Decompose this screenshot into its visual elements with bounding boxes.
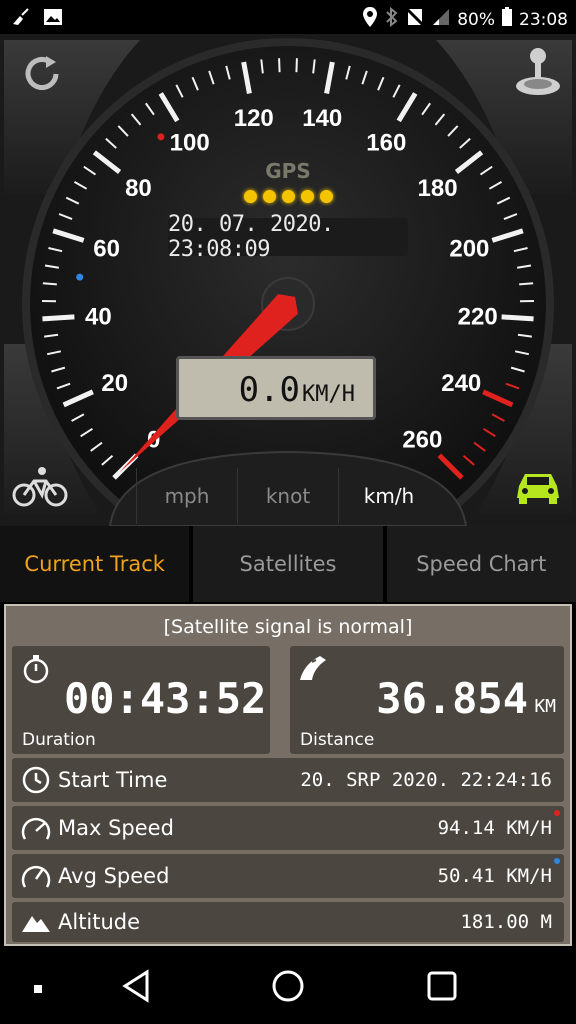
gauge-tick-label: 40 <box>85 303 112 330</box>
clock-icon <box>20 764 52 796</box>
satellite-status-text: [Satellite signal is normal] <box>163 616 413 638</box>
avg-speed-gauge-icon <box>20 860 52 892</box>
distance-unit: KM <box>534 696 556 717</box>
gauge-tick-label: 220 <box>458 303 498 330</box>
dot-icon <box>33 979 43 998</box>
clock: 23:08 <box>519 9 568 30</box>
gauge-tick-label: 20 <box>101 370 128 397</box>
gauge-tick-label: 200 <box>449 235 489 262</box>
reset-button[interactable] <box>12 46 72 106</box>
max-speed-marker <box>554 810 560 816</box>
speedometer-area: 020406080100120140160180200220240260 GPS… <box>0 34 576 526</box>
max-speed-value: 94.14 KM/H <box>437 817 552 839</box>
tab-bar: Current Track Satellites Speed Chart <box>0 526 576 602</box>
signal-icon <box>431 7 451 32</box>
stopwatch-icon <box>22 654 50 688</box>
gps-dot <box>282 190 295 203</box>
tab-speed-chart[interactable]: Speed Chart <box>386 526 576 602</box>
bicycle-mode-button[interactable] <box>10 458 70 518</box>
avg-speed-dial-marker <box>76 273 84 281</box>
altitude-value: 181.00 M <box>460 911 552 933</box>
speedometer-gauge: 020406080100120140160180200220240260 <box>4 38 572 526</box>
distance-value: 36.854 <box>376 674 528 723</box>
altitude-label: Altitude <box>58 910 141 934</box>
battery-percent: 80% <box>457 9 495 30</box>
status-bar: 80% 23:08 <box>0 0 576 34</box>
back-triangle-icon <box>121 969 151 1007</box>
start-time-row: Start Time 20. SRP 2020. 22:24:16 <box>12 758 564 802</box>
back-button[interactable] <box>116 968 156 1008</box>
gauge-major-tick <box>501 314 534 322</box>
broom-icon <box>10 6 32 33</box>
avg-speed-row: Avg Speed 50.41 KM/H <box>12 854 564 898</box>
gps-dot <box>301 190 314 203</box>
recents-square-icon <box>426 970 458 1006</box>
gps-dot <box>244 190 257 203</box>
unit-mph[interactable]: mph <box>136 468 237 524</box>
gauge-tick-label: 120 <box>234 105 274 132</box>
speed-value: 0.0 <box>238 370 301 410</box>
mountain-icon <box>20 906 52 938</box>
gauge-minor-tick <box>42 282 57 286</box>
gauge-tick-label: 140 <box>302 105 342 132</box>
speed-unit: KM/H <box>302 382 355 407</box>
current-track-panel: [Satellite signal is normal] 00:43:52 Du… <box>4 604 572 946</box>
datetime-display: 20. 07. 2020. 23:08:09 <box>168 212 408 262</box>
car-icon <box>513 466 563 510</box>
gauge-tick-label: 160 <box>366 129 406 156</box>
refresh-icon <box>20 52 64 100</box>
joystick-icon <box>514 46 562 102</box>
gauge-tick-label: 180 <box>418 175 458 202</box>
gauge-major-tick <box>42 314 75 322</box>
gauge-tick-label: 260 <box>402 426 442 453</box>
gauge-minor-tick <box>295 58 298 73</box>
distance-card: 36.854 KM Distance <box>290 646 564 754</box>
gauge-minor-tick <box>519 282 534 286</box>
start-time-label: Start Time <box>58 768 168 792</box>
gauge-tick-label: 240 <box>441 370 481 397</box>
image-icon <box>42 6 64 33</box>
car-mode-button[interactable] <box>508 458 568 518</box>
nav-square-dot-button[interactable] <box>18 968 58 1008</box>
max-speed-row: Max Speed 94.14 KM/H <box>12 806 564 850</box>
max-speed-dial-marker <box>157 133 165 141</box>
unit-kmh[interactable]: km/h <box>338 468 439 524</box>
tab-current-track[interactable]: Current Track <box>0 526 190 602</box>
avg-speed-label: Avg Speed <box>58 864 170 888</box>
unit-knot[interactable]: knot <box>237 468 338 524</box>
max-speed-label: Max Speed <box>58 816 174 840</box>
joystick-button[interactable] <box>508 44 568 104</box>
gps-signal-indicator <box>244 190 333 203</box>
altitude-row: Altitude 181.00 M <box>12 902 564 942</box>
gauge-minor-tick <box>278 58 281 73</box>
distance-label: Distance <box>300 730 375 750</box>
battery-icon <box>501 7 513 32</box>
speed-lcd: 0.0 KM/H <box>176 356 376 420</box>
duration-label: Duration <box>22 730 96 750</box>
gps-dot <box>263 190 276 203</box>
avg-speed-value: 50.41 KM/H <box>437 865 552 887</box>
gps-dot <box>320 190 333 203</box>
recents-button[interactable] <box>422 968 462 1008</box>
location-pin-icon <box>361 6 379 33</box>
max-speed-gauge-icon <box>20 812 52 844</box>
home-button[interactable] <box>268 968 308 1008</box>
avg-speed-marker <box>554 858 560 864</box>
road-icon <box>298 654 328 686</box>
start-time-value: 20. SRP 2020. 22:24:16 <box>300 769 552 791</box>
navigation-bar <box>0 948 576 1024</box>
bicycle-icon <box>12 465 68 511</box>
unit-selector: mph knot km/h <box>136 468 439 524</box>
tab-satellites[interactable]: Satellites <box>193 526 383 602</box>
gauge-tick-label: 60 <box>93 235 120 262</box>
gauge-tick-label: 100 <box>170 129 210 156</box>
home-circle-icon <box>271 969 305 1007</box>
bluetooth-icon <box>385 6 399 32</box>
duration-card: 00:43:52 Duration <box>12 646 270 754</box>
gps-label: GPS <box>265 159 311 183</box>
mute-icon <box>405 7 425 32</box>
duration-value: 00:43:52 <box>64 674 267 723</box>
gauge-tick-label: 80 <box>125 175 152 202</box>
